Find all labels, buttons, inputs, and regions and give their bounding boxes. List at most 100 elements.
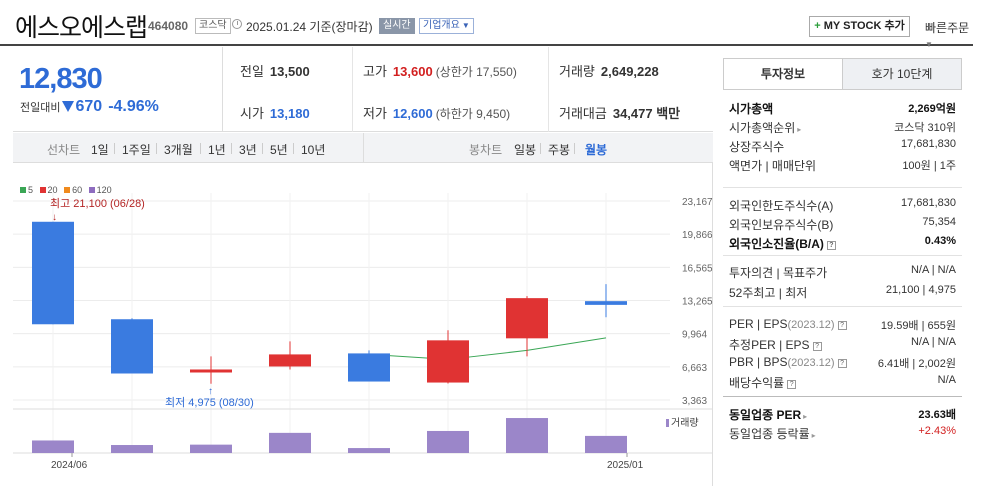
chart-period-bar: 선차트 1일 1주일 3개월 1년 3년 5년 10년 봉차트 일봉 주봉 월봉 [13, 133, 713, 163]
company-overview-label: 기업개요 [423, 20, 460, 31]
period-3m[interactable]: 3개월 [164, 141, 193, 158]
candle-body [585, 301, 627, 305]
quote-date: 2025.01.24 기준(장마감) [246, 18, 373, 35]
info-label: 액면가 | 매매단위 [729, 159, 817, 173]
invest-info-list: 시가총액 2,269억원 시가총액순위 ▸ 코스닥 310위 상장주식수 17,681,83… [723, 89, 962, 450]
info-value: 17,681,830 [900, 197, 956, 209]
y-tick-label: 6,663 [682, 363, 707, 374]
clock-icon [232, 19, 242, 29]
tab-invest-info[interactable]: 투자정보 [723, 58, 843, 90]
info-row: 투자의견 | 목표주가 N/A | N/A [729, 264, 956, 282]
info-row: PER | EPS(2023.12)? 19.59배 | 655원 [729, 317, 956, 335]
tab-quote-10[interactable]: 호가 10단계 [842, 58, 962, 90]
info-row: 외국인한도주식수(A) 17,681,830 [729, 197, 956, 215]
info-value: 코스닥 310위 [894, 122, 956, 134]
info-label: PER | EPS(2023.12)? [729, 317, 847, 331]
chevron-down-icon: ▼ [461, 21, 470, 30]
current-price: 12,830 [19, 63, 103, 95]
info-label: 시가총액 [729, 102, 774, 116]
info-label: 외국인소진율(B/A)? [729, 235, 836, 252]
quick-order-button[interactable]: 빠른주문 ▼ [925, 19, 973, 50]
info-value: 17,681,830 [900, 138, 956, 150]
info-value: N/A | N/A [910, 264, 956, 276]
period-5y[interactable]: 5년 [270, 141, 288, 158]
volume-bar [348, 448, 390, 453]
my-stock-label: MY STOCK 추가 [823, 20, 905, 32]
line-chart-label: 선차트 [47, 143, 81, 157]
info-value: 0.43% [924, 235, 956, 247]
realtime-button[interactable]: 실시간 [379, 18, 415, 34]
candle-body [506, 298, 548, 339]
group-divider [723, 396, 962, 397]
info-row: 외국인소진율(B/A)? 0.43% [729, 235, 956, 253]
stock-header: 에스오에스랩 464080 코스닥 2025.01.24 기준(장마감) 실시간… [0, 0, 973, 49]
info-label: 동일업종 등락률 ▸ [729, 427, 816, 441]
info-label: 추정PER | EPS? [729, 336, 822, 353]
period-1y[interactable]: 1년 [208, 141, 226, 158]
info-row: 52주최고 | 최저 21,100 | 4,975 [729, 284, 956, 302]
period-10y[interactable]: 10년 [301, 141, 325, 158]
y-tick-label: 9,964 [682, 330, 707, 341]
low-price: 저가 12,600 (하한가 9,450) [363, 106, 511, 121]
volume: 거래량 2,649,228 [559, 64, 659, 79]
info-value: 2,269억원 [908, 103, 956, 115]
info-label: 외국인한도주식수(A) [729, 199, 834, 213]
help-icon[interactable]: ? [787, 380, 797, 389]
info-label: 배당수익률? [729, 374, 797, 391]
candle-body [269, 354, 311, 367]
volume-legend-swatch [666, 419, 669, 427]
y-tick-label: 3,363 [682, 396, 707, 407]
candle-body [111, 319, 153, 374]
info-value: 100원 | 1주 [902, 160, 956, 172]
info-row: 외국인보유주식수(B) 75,354 [729, 216, 956, 234]
info-row: PBR | BPS(2023.12)? 6.41배 | 2,002원 [729, 355, 956, 373]
period-3y[interactable]: 3년 [239, 141, 257, 158]
help-icon[interactable]: ? [837, 321, 847, 330]
legend-ma5: 5 [20, 185, 33, 195]
help-icon[interactable]: ? [826, 241, 836, 250]
price-summary: 12,830 전일대비 670 -4.96% 전일 13,500 고가 13,600 (상… [13, 47, 713, 132]
down-triangle-icon [62, 101, 75, 112]
legend-ma20: 20 [39, 185, 58, 195]
x-tick-label: 2025/01 [607, 460, 644, 471]
company-overview-button[interactable]: 기업개요 ▼ [419, 18, 474, 34]
info-row[interactable]: 시가총액순위 ▸ 코스닥 310위 [729, 119, 956, 137]
legend-ma120: 120 [88, 185, 112, 195]
period-1d[interactable]: 1일 [91, 141, 109, 158]
volume-bar [32, 440, 74, 453]
candlestick-chart: 23,167 19,866 16,565 13,265 9,964 6,663 3,363 거… [13, 193, 713, 471]
candle-daily[interactable]: 일봉 [514, 141, 536, 158]
info-row[interactable]: 동일업종 PER ▸ 23.63배 [729, 406, 956, 424]
candle-body [190, 369, 232, 373]
candle-weekly[interactable]: 주봉 [548, 141, 570, 158]
ma5-line [368, 337, 607, 360]
help-icon[interactable]: ? [812, 342, 822, 351]
invest-info-panel: 투자정보 호가 10단계 시가총액 2,269억원 시가총액순위 ▸ 코스닥 310위 상… [723, 58, 962, 450]
group-divider [723, 306, 962, 307]
high-price: 고가 13,600 (상한가 17,550) [363, 64, 517, 79]
info-row: 추정PER | EPS? N/A | N/A [729, 336, 956, 354]
info-row: 시가총액 2,269억원 [729, 100, 956, 118]
my-stock-add-button[interactable]: + MY STOCK 추가 [809, 16, 910, 37]
info-value: 6.41배 | 2,002원 [877, 358, 956, 370]
candle-body [32, 221, 74, 325]
candle-body [427, 340, 469, 383]
prev-close: 전일 13,500 [240, 64, 310, 79]
info-row[interactable]: 동일업종 등락률 ▸ +2.43% [729, 425, 956, 443]
quick-order-label: 빠른주문 [925, 21, 970, 35]
info-row: 액면가 | 매매단위 100원 | 1주 [729, 157, 956, 175]
chevron-right-icon: ▸ [803, 412, 808, 421]
info-label: 동일업종 PER ▸ [729, 408, 808, 422]
info-label: 투자의견 | 목표주가 [729, 266, 828, 280]
help-icon[interactable]: ? [837, 359, 847, 368]
volume-bar [585, 435, 627, 453]
info-value: 21,100 | 4,975 [885, 284, 956, 296]
info-value: 19.59배 | 655원 [880, 320, 956, 332]
info-value: +2.43% [918, 425, 956, 437]
info-label: 52주최고 | 최저 [729, 286, 808, 300]
period-1w[interactable]: 1주일 [122, 141, 151, 158]
legend-ma60: 60 [64, 185, 82, 195]
change-rate: -4.96% [108, 98, 159, 115]
arrow-up-icon: ↑ [208, 386, 213, 397]
candle-monthly[interactable]: 월봉 [585, 141, 607, 158]
